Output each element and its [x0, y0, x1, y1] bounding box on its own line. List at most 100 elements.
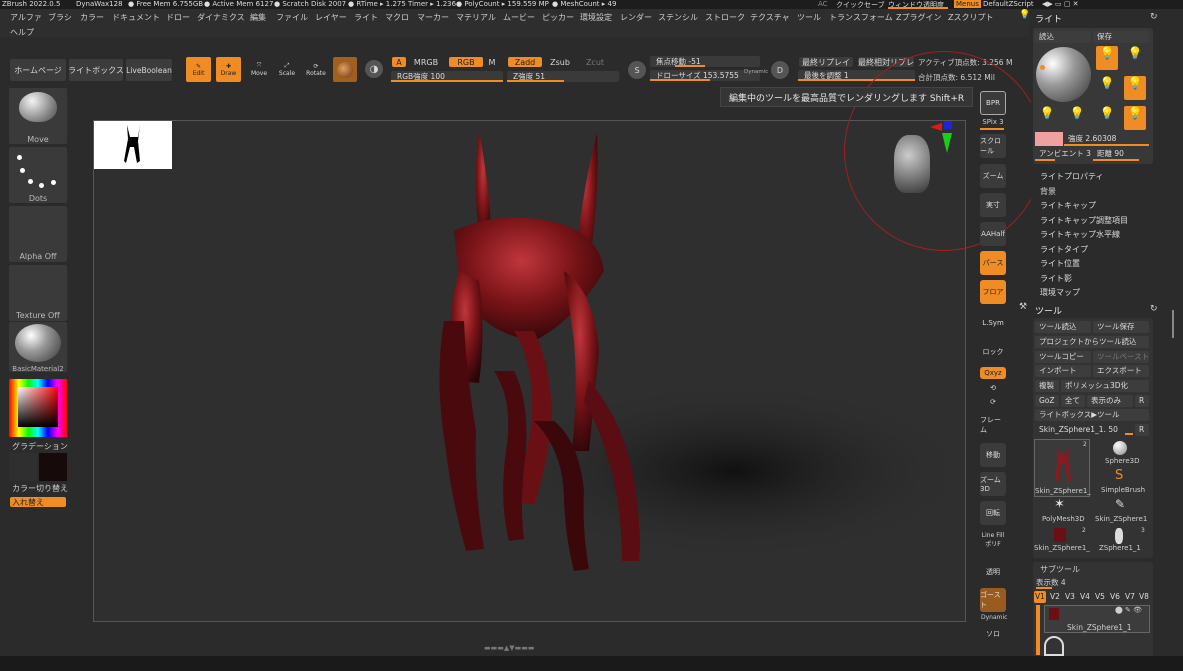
rgb-button[interactable]: RGB	[448, 56, 484, 68]
scroll-button[interactable]: スクロール	[980, 134, 1006, 158]
replay-last-button[interactable]: 最終リプレイ	[798, 56, 854, 68]
r-button-2[interactable]: R	[1135, 424, 1149, 436]
zsub-button[interactable]: Zsub	[546, 56, 574, 68]
menu-macro[interactable]: マクロ	[385, 12, 409, 23]
model-viewport[interactable]	[94, 121, 967, 623]
draw-button[interactable]: ✚ Draw	[215, 56, 242, 83]
a-button[interactable]: A	[391, 56, 407, 68]
load-from-project-button[interactable]: プロジェクトからツール読込	[1035, 336, 1149, 348]
color-square[interactable]	[18, 387, 58, 427]
edit-button[interactable]: ✎ Edit	[185, 56, 212, 83]
tool-thumb-polymesh3d[interactable]: ✶ PolyMesh3D	[1034, 497, 1090, 525]
menu-material[interactable]: マテリアル	[456, 12, 496, 23]
material-tile[interactable]: BasicMaterial2	[9, 322, 67, 373]
light-6-bulb-icon[interactable]: 💡	[1066, 106, 1088, 130]
tool-load-button[interactable]: ツール読込	[1035, 321, 1091, 333]
light-color-swatch[interactable]	[1035, 132, 1063, 146]
lightcap-horizon-item[interactable]: ライトキャップ水平線	[1040, 229, 1120, 240]
light-5-bulb-icon[interactable]: 💡	[1036, 106, 1058, 130]
tool-thumb-zsphere1[interactable]: 3 ZSphere1_1	[1093, 526, 1149, 554]
gradient-label[interactable]: グラデーション	[12, 441, 68, 452]
home-button[interactable]: ホームページ	[9, 58, 67, 82]
replay-icon[interactable]: D	[770, 60, 790, 80]
menu-render[interactable]: レンダー	[620, 12, 652, 23]
subtool-visibility-icons[interactable]: ⬤ ✎ 👁	[1115, 606, 1142, 614]
menu-alpha[interactable]: アルファ	[10, 12, 42, 23]
tool-save-button[interactable]: ツール保存	[1093, 321, 1149, 333]
v7-button[interactable]: V7	[1124, 591, 1136, 603]
subtool-item[interactable]: ⬤ ✎ 👁 Skin_ZSphere1_1	[1044, 605, 1150, 633]
v6-button[interactable]: V6	[1109, 591, 1121, 603]
tool-copy-button[interactable]: ツールコピー	[1035, 351, 1091, 363]
light-shadow-item[interactable]: ライト影	[1040, 273, 1072, 284]
v5-button[interactable]: V5	[1094, 591, 1106, 603]
goz-button[interactable]: GoZ	[1035, 395, 1059, 407]
menu-brush[interactable]: ブラシ	[48, 12, 72, 23]
menu-preferences[interactable]: 環境設定	[580, 12, 612, 23]
light-sphere[interactable]	[1036, 47, 1091, 102]
v1-button[interactable]: V1	[1034, 591, 1046, 603]
texture-sphere-button[interactable]: ◑	[364, 59, 384, 79]
linefill-button[interactable]: Line Fill ポリF	[980, 528, 1006, 552]
secondary-color-swatch[interactable]	[9, 453, 37, 481]
menu-file[interactable]: ファイル	[276, 12, 308, 23]
light-placement-item[interactable]: ライト位置	[1040, 258, 1080, 269]
menu-help[interactable]: ヘルプ	[10, 27, 34, 38]
m-button[interactable]: M	[486, 56, 498, 68]
material-sphere-button[interactable]	[332, 56, 358, 83]
aahalf-button[interactable]: AAHalf	[980, 222, 1006, 246]
light-title[interactable]: ライト	[1035, 12, 1062, 25]
v3-button[interactable]: V3	[1064, 591, 1076, 603]
scale-button[interactable]: ⤢ Scale	[276, 56, 298, 83]
subtool-title[interactable]: サブツール	[1040, 564, 1080, 575]
v2-button[interactable]: V2	[1049, 591, 1061, 603]
lightcap-adjust-item[interactable]: ライトキャップ調整項目	[1040, 215, 1128, 226]
document-canvas[interactable]	[93, 51, 1044, 623]
dynamic-v-label[interactable]: Dynamic	[981, 614, 1007, 621]
lightcap-item[interactable]: ライトキャップ	[1040, 200, 1096, 211]
menu-stroke[interactable]: ストローク	[705, 12, 745, 23]
switch-color-button[interactable]: カラー切り替え	[12, 483, 68, 494]
zcut-button[interactable]: Zcut	[581, 56, 609, 68]
light-8-bulb-icon[interactable]: 💡	[1124, 106, 1146, 130]
v4-button[interactable]: V4	[1079, 591, 1091, 603]
lightbox-tools-button[interactable]: ライトボックス▶ツール	[1035, 409, 1149, 421]
all-button[interactable]: 全て	[1061, 395, 1085, 407]
light-1-bulb-icon[interactable]: 💡	[1096, 46, 1118, 70]
window-controls-icon[interactable]: ◀▶ ▭ ▢ ✕	[1042, 0, 1079, 8]
zoom3d-button[interactable]: ズーム3D	[980, 472, 1006, 496]
menu-edit[interactable]: 編集	[250, 12, 266, 23]
frame-button[interactable]: フレーム	[980, 413, 1006, 437]
tool-thumb-skin[interactable]: 2 Skin_ZSphere1_	[1034, 439, 1091, 497]
light-3-bulb-icon[interactable]: 💡	[1096, 76, 1118, 100]
axis-z-icon[interactable]	[944, 121, 952, 129]
menu-dynamics[interactable]: ダイナミクス	[197, 12, 245, 23]
light-reset-icon[interactable]: ↻	[1150, 12, 1158, 22]
axis-y-icon[interactable]	[942, 133, 952, 153]
current-tool-slider[interactable]: Skin_ZSphere1_1. 50	[1035, 424, 1133, 436]
tool-paste-button[interactable]: ツールペースト	[1093, 351, 1149, 363]
focal-shift-slider[interactable]: 焦点移動 -51	[650, 56, 760, 67]
tool-title[interactable]: ツール	[1035, 304, 1062, 317]
texture-tile[interactable]: Texture Off	[9, 265, 67, 321]
menu-picker[interactable]: ピッカー	[542, 12, 574, 23]
stroke-tile[interactable]: Dots	[9, 147, 67, 203]
menu-document[interactable]: ドキュメント	[112, 12, 160, 23]
v8-button[interactable]: V8	[1138, 591, 1150, 603]
menu-texture[interactable]: テクスチャ	[750, 12, 790, 23]
light-4-bulb-icon[interactable]: 💡	[1124, 76, 1146, 100]
floor-button[interactable]: フロア	[980, 280, 1006, 304]
menus-toggle[interactable]: Menus	[954, 0, 981, 8]
tool-thumb-skin2[interactable]: 2 Skin_ZSphere1_	[1034, 526, 1090, 554]
light-position-marker[interactable]	[1040, 65, 1045, 70]
light-type-item[interactable]: ライトタイプ	[1040, 244, 1088, 255]
tool-reset-icon[interactable]: ↻	[1150, 304, 1158, 314]
bpr-button[interactable]: BPR	[980, 91, 1006, 115]
make-polymesh-button[interactable]: ポリメッシュ3D化	[1061, 380, 1149, 392]
import-button[interactable]: インポート	[1035, 365, 1091, 377]
actual-button[interactable]: 実寸	[980, 193, 1006, 217]
light-7-bulb-icon[interactable]: 💡	[1096, 106, 1118, 130]
menu-marker[interactable]: マーカー	[417, 12, 449, 23]
move-button[interactable]: ⤧ Move	[248, 56, 270, 83]
swap-button[interactable]: 入れ替え	[9, 496, 67, 508]
